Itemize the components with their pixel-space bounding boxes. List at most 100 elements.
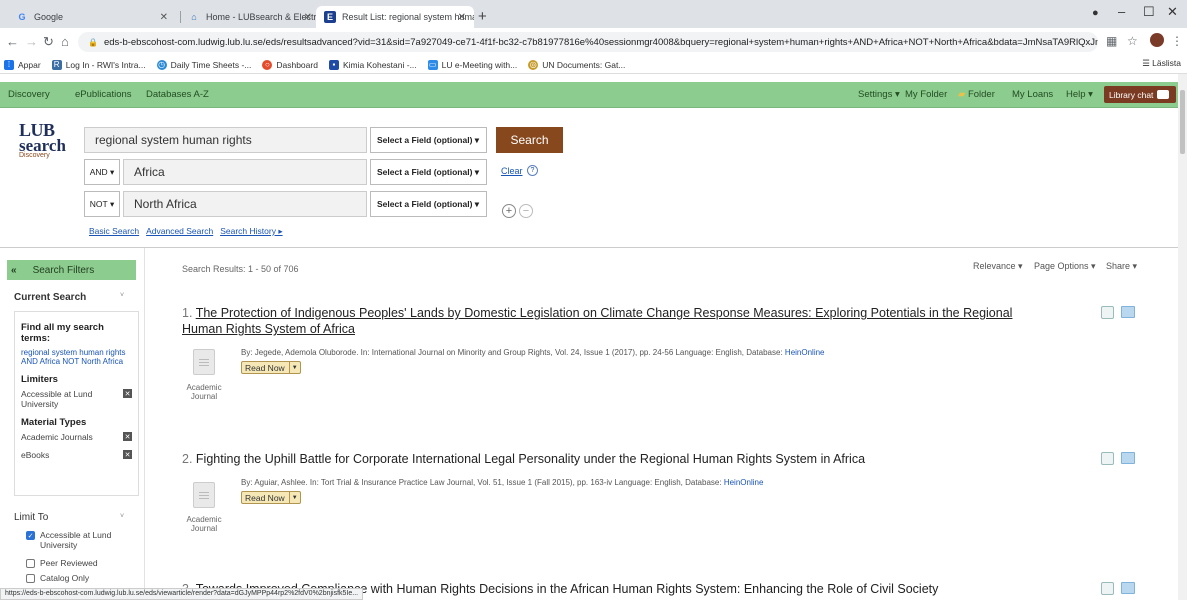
bookmark-dashboard[interactable]: ○ Dashboard [262, 59, 318, 70]
close-icon[interactable]: ✕ [458, 12, 466, 23]
read-now-button[interactable]: Read Now ▼ [241, 491, 301, 504]
find-all-label: Find all my search terms: [21, 322, 104, 344]
tab-result-list[interactable]: E Result List: regional system huma ✕ [316, 6, 474, 28]
lubsearch-logo[interactable]: LUB search Discovery [19, 121, 66, 160]
relevance-sort[interactable]: Relevance ▾ [973, 261, 1023, 272]
nav-epublications[interactable]: ePublications [75, 89, 132, 100]
close-window-icon[interactable]: ✕ [1167, 4, 1178, 20]
preview-icon[interactable] [1101, 452, 1114, 465]
nav-settings[interactable]: Settings ▾ [858, 89, 900, 100]
bookmark-star-icon[interactable]: ☆ [1127, 34, 1138, 48]
dropdown-arrow-icon[interactable]: ▼ [288, 362, 300, 373]
add-row-icon[interactable]: + [502, 204, 516, 218]
search-filters-header[interactable]: « Search Filters [7, 260, 136, 280]
nav-help[interactable]: Help ▾ [1066, 89, 1093, 100]
maximize-icon[interactable]: ☐ [1143, 4, 1155, 20]
search-terms-link[interactable]: regional system human rights AND Africa … [21, 348, 132, 366]
add-to-folder-icon[interactable] [1121, 582, 1135, 594]
minimize-icon[interactable]: – [1118, 4, 1125, 19]
read-now-button[interactable]: Read Now ▼ [241, 361, 301, 374]
remove-row-icon[interactable]: − [519, 204, 533, 218]
add-to-folder-icon[interactable] [1121, 306, 1135, 318]
dropdown-arrow-icon[interactable]: ▼ [288, 492, 300, 503]
chevron-down-icon[interactable]: ˅ [120, 513, 124, 520]
add-to-folder-icon[interactable] [1121, 452, 1135, 464]
field-select-3[interactable]: Select a Field (optional) ▾ [370, 191, 487, 217]
tab-search-icon[interactable]: ● [1092, 7, 1099, 19]
user-icon: ▪ [328, 59, 339, 70]
document-icon[interactable] [193, 349, 215, 375]
close-icon[interactable]: ✕ [304, 12, 312, 23]
forward-icon[interactable]: → [25, 34, 38, 49]
preview-icon[interactable] [1101, 306, 1114, 319]
nav-my-loans[interactable]: My Loans [1012, 89, 1053, 100]
search-input-1[interactable]: regional system human rights [84, 127, 367, 153]
material-types-title: Material Types [21, 417, 87, 428]
bool-select-2[interactable]: AND ▾ [84, 159, 120, 185]
limit-to-title[interactable]: Limit To [14, 512, 48, 523]
limit-catalog-only[interactable]: Catalog Only [26, 573, 89, 583]
clear-link[interactable]: Clear [501, 166, 523, 176]
tab-google[interactable]: G Google ✕ [8, 6, 176, 28]
reading-list-button[interactable]: ☰ Läslista [1142, 58, 1181, 69]
result-actions [1101, 582, 1135, 595]
database-link[interactable]: HeinOnline [724, 478, 764, 487]
tab-home-lubsearch[interactable]: ⌂ Home - LUBsearch & Electronic R ✕ [180, 6, 320, 28]
remove-material-icon[interactable]: ✕ [123, 450, 132, 459]
new-tab-icon[interactable]: + [478, 8, 487, 25]
share-menu[interactable]: Share ▾ [1106, 261, 1137, 272]
address-bar[interactable]: 🔒 eds-b-ebscohost-com.ludwig.lub.lu.se/e… [78, 32, 1098, 52]
collapse-icon[interactable]: « [11, 265, 17, 276]
menu-icon[interactable]: ⋮ [1171, 34, 1183, 48]
bookmark-timesheets[interactable]: ◷ Daily Time Sheets -... [156, 59, 251, 70]
translate-icon[interactable]: ▦ [1106, 34, 1117, 48]
preview-icon[interactable] [1101, 582, 1114, 595]
meeting-icon: ▭ [427, 59, 438, 70]
page-options[interactable]: Page Options ▾ [1034, 261, 1096, 272]
library-chat-button[interactable]: Library chat [1104, 86, 1176, 103]
nav-discovery[interactable]: Discovery [8, 89, 50, 100]
search-history-link[interactable]: Search History ▸ [220, 226, 282, 237]
result-title-2[interactable]: 2. Fighting the Uphill Battle for Corpor… [182, 452, 865, 466]
home-button-icon[interactable]: ⌂ [61, 34, 69, 49]
search-input-2[interactable]: Africa [123, 159, 367, 185]
search-button[interactable]: Search [496, 127, 563, 153]
current-search-title[interactable]: Current Search [14, 292, 86, 303]
help-icon[interactable]: ? [527, 165, 538, 176]
close-icon[interactable]: ✕ [160, 12, 168, 23]
bool-select-3[interactable]: NOT ▾ [84, 191, 120, 217]
profile-avatar[interactable] [1150, 33, 1164, 47]
remove-limiter-icon[interactable]: ✕ [123, 389, 132, 398]
bookmark-rwi[interactable]: R Log In - RWI's Intra... [51, 59, 146, 70]
bookmark-label: Appar [18, 59, 41, 70]
chevron-down-icon[interactable]: ˅ [120, 292, 124, 299]
nav-folder[interactable]: ▰ Folder [958, 89, 995, 100]
checkbox[interactable] [26, 559, 35, 568]
limit-peer-reviewed[interactable]: Peer Reviewed [26, 558, 98, 568]
back-icon[interactable]: ← [6, 34, 19, 49]
bookmark-kimia[interactable]: ▪ Kimia Kohestani -... [328, 59, 417, 70]
checkbox-checked[interactable]: ✓ [26, 531, 35, 540]
field-select-2[interactable]: Select a Field (optional) ▾ [370, 159, 487, 185]
bookmark-lu-emeeting[interactable]: ▭ LU e-Meeting with... [427, 59, 517, 70]
bookmark-un-documents[interactable]: ◎ UN Documents: Gat... [528, 59, 625, 70]
status-bar-url: https://eds-b-ebscohost-com.ludwig.lub.l… [0, 588, 364, 600]
nav-my-folder[interactable]: My Folder [905, 89, 947, 100]
reload-icon[interactable]: ↻ [43, 34, 54, 50]
tab-label: Google [34, 12, 64, 22]
result-title-1[interactable]: 1. The Protection of Indigenous Peoples'… [182, 306, 1012, 320]
remove-material-icon[interactable]: ✕ [123, 432, 132, 441]
search-input-3[interactable]: North Africa [123, 191, 367, 217]
basic-search-link[interactable]: Basic Search [89, 226, 139, 237]
checkbox[interactable] [26, 574, 35, 583]
bookmark-apps[interactable]: ⁞ Appar [4, 59, 41, 70]
nav-databases-az[interactable]: Databases A-Z [146, 89, 209, 100]
advanced-search-link[interactable]: Advanced Search [146, 226, 213, 237]
field-select-1[interactable]: Select a Field (optional) ▾ [370, 127, 487, 153]
result-title-1-cont[interactable]: Human Rights System of Africa [182, 322, 355, 336]
search-filters-sidebar: « Search Filters Current Search ˅ Find a… [0, 248, 145, 600]
database-link[interactable]: HeinOnline [785, 348, 825, 357]
scrollbar-thumb[interactable] [1180, 90, 1185, 154]
limit-accessible[interactable]: ✓ Accessible at Lund University [26, 530, 130, 550]
document-icon[interactable] [193, 482, 215, 508]
